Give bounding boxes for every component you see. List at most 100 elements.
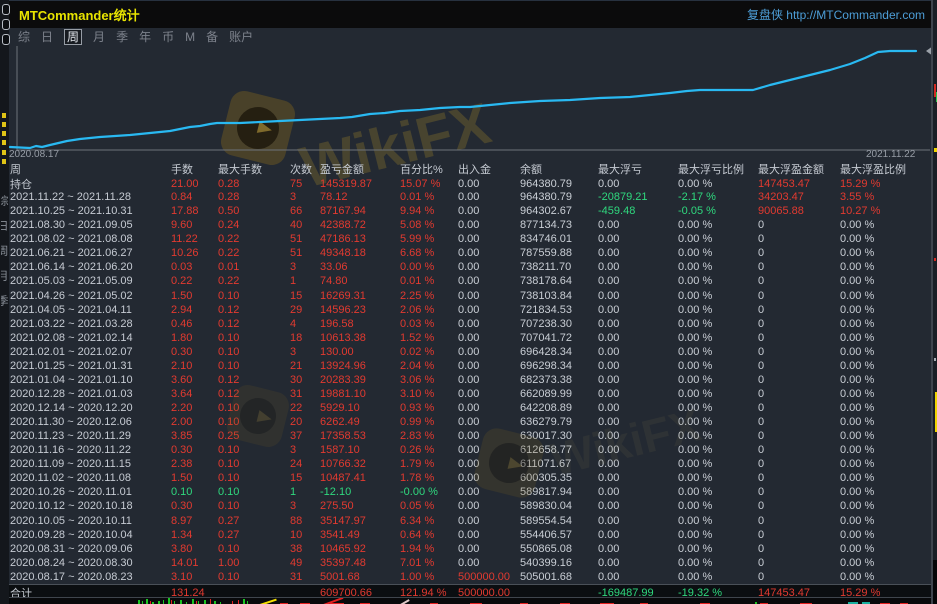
table-cell: 15 (290, 290, 320, 302)
table-row[interactable]: 2021.08.30 ~ 2021.09.059.600.244042388.7… (9, 218, 931, 232)
table-row[interactable]: 2020.11.23 ~ 2020.11.293.850.253717358.5… (9, 429, 931, 443)
table-cell: 21.00 (171, 178, 218, 190)
equity-line (10, 51, 916, 148)
table-cell: 3 (290, 346, 320, 358)
table-row[interactable]: 2020.11.16 ~ 2020.11.220.300.1031587.100… (9, 443, 931, 457)
table-cell: 0.00 (598, 515, 678, 527)
table-cell: 0 (758, 416, 840, 428)
table-row[interactable]: 2021.01.25 ~ 2021.01.312.100.102113924.9… (9, 359, 931, 373)
table-row[interactable]: 2021.02.01 ~ 2021.02.070.300.103130.000.… (9, 345, 931, 359)
table-cell: 2021.05.03 ~ 2021.05.09 (10, 275, 171, 287)
table-cell: 2021.01.04 ~ 2021.01.10 (10, 374, 171, 386)
table-cell: 738178.64 (520, 275, 598, 287)
table-cell: 5.99 % (400, 233, 458, 245)
table-cell: 49 (290, 557, 320, 569)
table-cell: 47186.13 (320, 233, 400, 245)
table-cell: 0.30 (171, 500, 218, 512)
table-row[interactable]: 2020.10.12 ~ 2020.10.180.300.103275.500.… (9, 499, 931, 513)
table-cell: 1 (290, 486, 320, 498)
table-cell: 0.00 (598, 304, 678, 316)
table-row[interactable]: 持仓21.000.2875145319.8715.07 %0.00964380.… (9, 176, 931, 190)
table-cell: 0.00 % (840, 458, 931, 470)
table-cell: 2020.11.30 ~ 2020.12.06 (10, 416, 171, 428)
table-cell: 0.64 % (400, 529, 458, 541)
table-cell: 0 (758, 346, 840, 358)
table-cell: 0.00 % (840, 374, 931, 386)
table-cell: 0.00 % (678, 500, 758, 512)
table-row[interactable]: 2020.11.09 ~ 2020.11.152.380.102410766.3… (9, 457, 931, 471)
table-row[interactable]: 2020.12.14 ~ 2020.12.202.200.10225929.10… (9, 401, 931, 415)
table-cell: 589817.94 (520, 486, 598, 498)
table-row[interactable]: 2021.11.22 ~ 2021.11.280.840.28378.120.0… (9, 190, 931, 204)
table-cell: 0 (758, 444, 840, 456)
column-header: 盈亏金额 (320, 161, 400, 177)
table-cell: 0.00 (598, 486, 678, 498)
table-cell: 0.99 % (400, 416, 458, 428)
table-cell: 0.00 % (840, 304, 931, 316)
table-cell: 1.79 % (400, 458, 458, 470)
table-row[interactable]: 2020.08.31 ~ 2020.09.063.800.103810465.9… (9, 542, 931, 556)
table-cell: 0.10 (218, 571, 290, 583)
table-row[interactable]: 2021.10.25 ~ 2021.10.3117.880.506687167.… (9, 204, 931, 218)
table-row[interactable]: 2021.08.02 ~ 2021.08.0811.220.225147186.… (9, 232, 931, 246)
table-row[interactable]: 2021.02.08 ~ 2021.02.141.800.101810613.3… (9, 331, 931, 345)
table-row[interactable]: 2020.10.26 ~ 2020.11.010.100.101-12.10-0… (9, 485, 931, 499)
equity-chart[interactable]: WikiFX 2020.08.17 2021.11.22 (9, 40, 931, 161)
table-row[interactable]: 2021.04.26 ~ 2021.05.021.500.101516269.3… (9, 289, 931, 303)
background-candle-mark (192, 599, 194, 604)
table-row[interactable]: 2021.03.22 ~ 2021.03.280.460.124196.580.… (9, 317, 931, 331)
table-row[interactable]: 2021.05.03 ~ 2021.05.090.220.22174.800.0… (9, 274, 931, 288)
table-cell: 0.00 (598, 416, 678, 428)
table-cell: 0 (758, 332, 840, 344)
table-cell: 2020.12.28 ~ 2021.01.03 (10, 388, 171, 400)
table-cell: 0.10 (218, 402, 290, 414)
title-bar[interactable]: MTCommander统计 复盘侠 http://MTCommander.com (9, 0, 931, 28)
table-cell: 877134.73 (520, 219, 598, 231)
total-row[interactable]: 合计131.24609700.66121.94 %500000.00-16948… (9, 584, 931, 598)
table-cell: 0.00 % (678, 374, 758, 386)
table-cell: 0.01 % (400, 275, 458, 287)
table-cell: 0.00 % (840, 529, 931, 541)
table-cell: 0.00 (598, 261, 678, 273)
table-cell: 0.22 (171, 275, 218, 287)
edge-artifact (933, 560, 937, 604)
table-row[interactable]: 2020.08.24 ~ 2020.08.3014.011.004935397.… (9, 556, 931, 570)
table-cell: 500000.00 (458, 571, 520, 583)
table-row[interactable]: 2020.08.17 ~ 2020.08.233.100.10315001.68… (9, 570, 931, 584)
table-cell: 1 (290, 275, 320, 287)
table-cell: 0.27 (218, 529, 290, 541)
table-row[interactable]: 2020.10.05 ~ 2020.10.118.970.278835147.9… (9, 514, 931, 528)
table-row[interactable]: 2021.01.04 ~ 2021.01.103.600.123020283.3… (9, 373, 931, 387)
table-cell: 0.00 % (678, 178, 758, 190)
table-cell: 2020.08.31 ~ 2020.09.06 (10, 543, 171, 555)
table-cell: 0.00 (458, 360, 520, 372)
table-cell: 612658.77 (520, 444, 598, 456)
table-cell: 1.00 (218, 557, 290, 569)
table-row[interactable]: 2020.12.28 ~ 2021.01.033.640.123119881.1… (9, 387, 931, 401)
table-cell: 0.00 (458, 557, 520, 569)
table-cell: 554406.57 (520, 529, 598, 541)
table-row[interactable]: 2021.06.21 ~ 2021.06.2710.260.225149348.… (9, 246, 931, 260)
brand-link[interactable]: 复盘侠 http://MTCommander.com (747, 6, 925, 23)
table-cell: 2.20 (171, 402, 218, 414)
table-cell: 196.58 (320, 318, 400, 330)
table-cell: 10465.92 (320, 543, 400, 555)
table-cell: 0.00 (458, 374, 520, 386)
table-cell: 1.80 (171, 332, 218, 344)
table-cell: 0.00 % (678, 233, 758, 245)
table-cell: 0.00 % (840, 571, 931, 583)
table-cell: 31 (290, 571, 320, 583)
table-body: 持仓21.000.2875145319.8715.07 %0.00964380.… (9, 176, 931, 584)
table-row[interactable]: 2020.09.28 ~ 2020.10.041.340.27103541.49… (9, 528, 931, 542)
table-cell: 2.06 % (400, 304, 458, 316)
table-cell: 0 (758, 500, 840, 512)
background-toolbar-button (2, 19, 10, 30)
table-cell: 2020.09.28 ~ 2020.10.04 (10, 529, 171, 541)
table-cell: 6.68 % (400, 247, 458, 259)
table-row[interactable]: 2020.11.30 ~ 2020.12.062.000.10206262.49… (9, 415, 931, 429)
table-cell: 51 (290, 233, 320, 245)
table-row[interactable]: 2020.11.02 ~ 2020.11.081.500.101510487.4… (9, 471, 931, 485)
table-row[interactable]: 2021.04.05 ~ 2021.04.112.940.122914596.2… (9, 303, 931, 317)
table-cell: 0.00 % (678, 571, 758, 583)
table-row[interactable]: 2021.06.14 ~ 2021.06.200.030.01333.060.0… (9, 260, 931, 274)
